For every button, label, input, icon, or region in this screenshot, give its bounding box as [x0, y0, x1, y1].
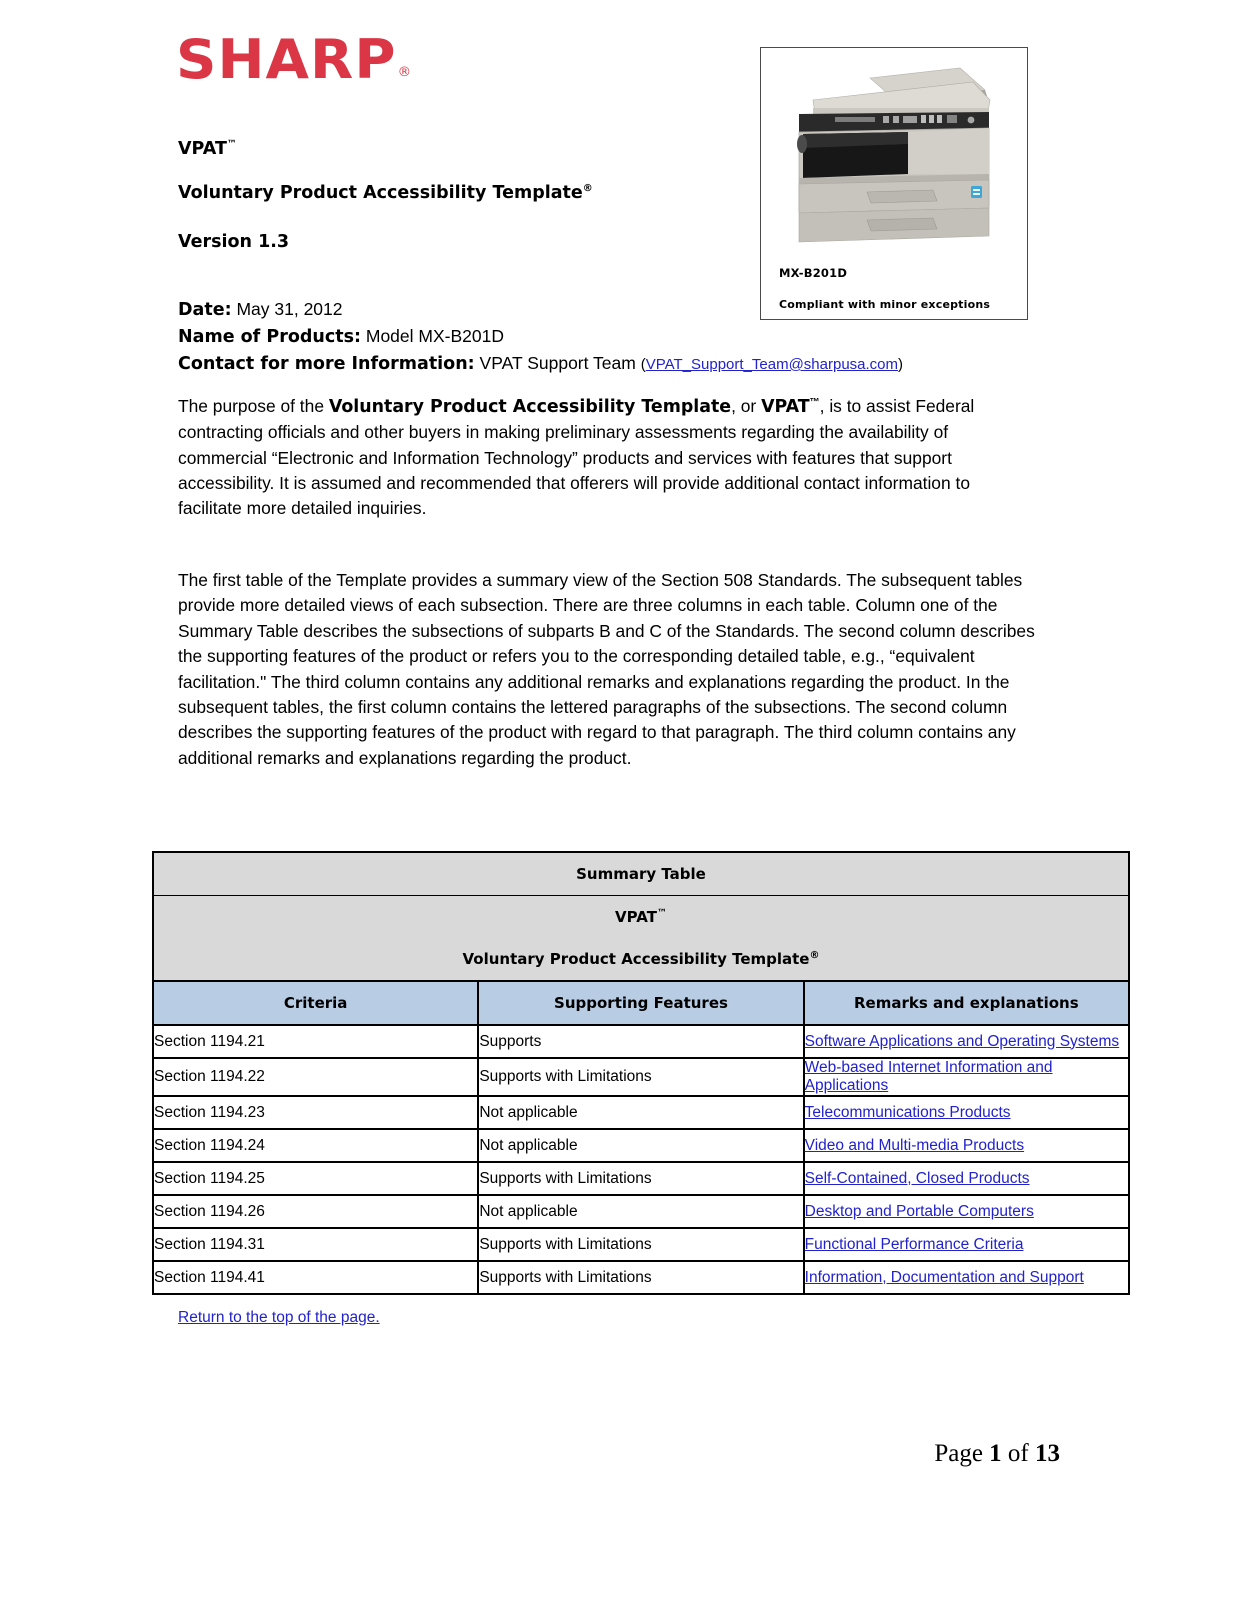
footer-middle: of	[1001, 1440, 1035, 1467]
cell-remarks: Telecommunications Products	[802, 1095, 1131, 1130]
cell-criteria: Section 1194.24	[151, 1128, 480, 1163]
footer-total-pages: 13	[1035, 1440, 1060, 1467]
footer-page-number: 1	[989, 1440, 1002, 1467]
summary-trademark-icon: ™	[656, 908, 667, 919]
cell-supporting: Supports with Limitations	[477, 1260, 805, 1295]
cell-criteria: Section 1194.31	[151, 1227, 480, 1262]
table-title-row-1: Summary Table	[152, 851, 1130, 896]
products-label: Name of Products:	[178, 327, 361, 347]
remarks-link[interactable]: Telecommunications Products	[805, 1104, 1011, 1121]
table-row: Section 1194.26 Not applicable Desktop a…	[151, 1194, 1131, 1229]
date-line: Date: May 31, 2012	[178, 296, 1058, 323]
vpat-full-title-text: Voluntary Product Accessibility Template	[178, 183, 583, 204]
summary-registered-icon: ®	[809, 950, 820, 961]
brand-name: SHARP	[176, 28, 397, 91]
cell-remarks: Functional Performance Criteria	[802, 1227, 1131, 1262]
registered-icon: ®	[582, 183, 593, 195]
contact-value: VPAT Support Team	[479, 353, 636, 373]
column-header-remarks: Remarks and explanations	[802, 980, 1131, 1026]
page-footer: Page 1 of 13	[0, 1440, 1060, 1468]
date-label: Date:	[178, 300, 232, 320]
remarks-link[interactable]: Self-Contained, Closed Products	[805, 1170, 1030, 1187]
registered-mark-icon: ®	[397, 65, 413, 80]
contact-email-link[interactable]: VPAT_Support_Team@sharpusa.com	[646, 356, 898, 373]
cell-supporting: Not applicable	[477, 1095, 805, 1130]
cell-criteria: Section 1194.25	[151, 1161, 480, 1196]
summary-table: Summary Table VPAT™ Voluntary Product Ac…	[151, 851, 1131, 1295]
remarks-link[interactable]: Video and Multi-media Products	[805, 1137, 1024, 1154]
summary-table-subtitle-full: Voluntary Product Accessibility Template…	[152, 938, 1130, 982]
sharp-logo: SHARP®	[176, 33, 411, 87]
cell-criteria: Section 1194.41	[151, 1260, 480, 1295]
remarks-link[interactable]: Functional Performance Criteria	[805, 1236, 1024, 1253]
summary-subtitle-full-text: Voluntary Product Accessibility Template	[462, 950, 810, 968]
p1-part-b: , or	[731, 395, 762, 416]
table-row: Section 1194.22 Supports with Limitation…	[151, 1057, 1131, 1097]
products-value: Model MX-B201D	[365, 326, 504, 346]
table-row: Section 1194.24 Not applicable Video and…	[151, 1128, 1131, 1163]
cell-remarks: Web-based Internet Information and Appli…	[802, 1057, 1131, 1097]
trademark-icon: ™	[226, 139, 237, 150]
table-row: Section 1194.21 Supports Software Applic…	[151, 1024, 1131, 1059]
document-meta-block: Version 1.3 Date: May 31, 2012 Name of P…	[178, 232, 1058, 378]
table-row: Section 1194.41 Supports with Limitation…	[151, 1260, 1131, 1295]
vpat-title-text: VPAT	[178, 138, 227, 159]
cell-supporting: Supports with Limitations	[477, 1057, 805, 1097]
cell-remarks: Software Applications and Operating Syst…	[802, 1024, 1131, 1059]
p1-bold-vpat: VPAT	[761, 396, 810, 417]
remarks-link[interactable]: Desktop and Portable Computers	[805, 1203, 1034, 1220]
cell-supporting: Supports	[477, 1024, 805, 1059]
table-row: Section 1194.31 Supports with Limitation…	[151, 1227, 1131, 1262]
column-header-criteria: Criteria	[151, 980, 480, 1026]
cell-supporting: Supports with Limitations	[477, 1227, 805, 1262]
contact-label: Contact for more Information:	[178, 354, 475, 374]
footer-prefix: Page	[934, 1440, 990, 1467]
intro-paragraph-1: The purpose of the Voluntary Product Acc…	[178, 390, 1036, 522]
date-value: May 31, 2012	[236, 299, 343, 319]
remarks-link[interactable]: Web-based Internet Information and Appli…	[805, 1059, 1053, 1094]
cell-supporting: Supports with Limitations	[477, 1161, 805, 1196]
p1-bold-vpat-full: Voluntary Product Accessibility Template	[328, 396, 732, 417]
cell-criteria: Section 1194.21	[151, 1024, 480, 1059]
table-row: Section 1194.23 Not applicable Telecommu…	[151, 1095, 1131, 1130]
cell-remarks: Information, Documentation and Support	[802, 1260, 1131, 1295]
remarks-link[interactable]: Software Applications and Operating Syst…	[805, 1033, 1119, 1050]
summary-table-title: Summary Table	[152, 851, 1130, 896]
summary-table-subtitle-vpat: VPAT™	[152, 895, 1130, 938]
cell-remarks: Self-Contained, Closed Products	[802, 1161, 1131, 1196]
version-label: Version 1.3	[178, 232, 290, 252]
table-title-row-3: Voluntary Product Accessibility Template…	[152, 938, 1130, 982]
vpat-full-title: Voluntary Product Accessibility Template…	[178, 184, 778, 202]
intro-paragraph-2: The first table of the Template provides…	[178, 570, 1035, 768]
document-title-block: VPAT™ Voluntary Product Accessibility Te…	[178, 140, 778, 229]
return-to-top-link[interactable]: Return to the top of the page.	[178, 1309, 380, 1327]
cell-supporting: Not applicable	[477, 1128, 805, 1163]
paren-close: )	[898, 356, 904, 373]
products-line: Name of Products: Model MX-B201D	[178, 323, 1058, 350]
summary-subtitle-text: VPAT	[615, 908, 657, 926]
document-page: SHARP® MX-B201D Compliant with minor exc…	[0, 0, 1237, 1600]
cell-criteria: Section 1194.26	[151, 1194, 480, 1229]
table-title-row-2: VPAT™	[152, 895, 1130, 938]
remarks-link[interactable]: Information, Documentation and Support	[805, 1269, 1084, 1286]
cell-remarks: Video and Multi-media Products	[802, 1128, 1131, 1163]
cell-supporting: Not applicable	[477, 1194, 805, 1229]
cell-criteria: Section 1194.22	[151, 1057, 480, 1097]
p1-part-a: The purpose of the	[178, 395, 329, 416]
column-header-supporting-features: Supporting Features	[477, 980, 805, 1026]
table-header-row: Criteria Supporting Features Remarks and…	[151, 980, 1131, 1026]
p1-trademark-icon: ™	[809, 397, 820, 408]
vpat-title: VPAT™	[178, 140, 778, 158]
table-row: Section 1194.25 Supports with Limitation…	[151, 1161, 1131, 1196]
cell-remarks: Desktop and Portable Computers	[802, 1194, 1131, 1229]
contact-line: Contact for more Information: VPAT Suppo…	[178, 350, 1058, 378]
printer-product-image	[797, 67, 991, 243]
cell-criteria: Section 1194.23	[151, 1095, 480, 1130]
